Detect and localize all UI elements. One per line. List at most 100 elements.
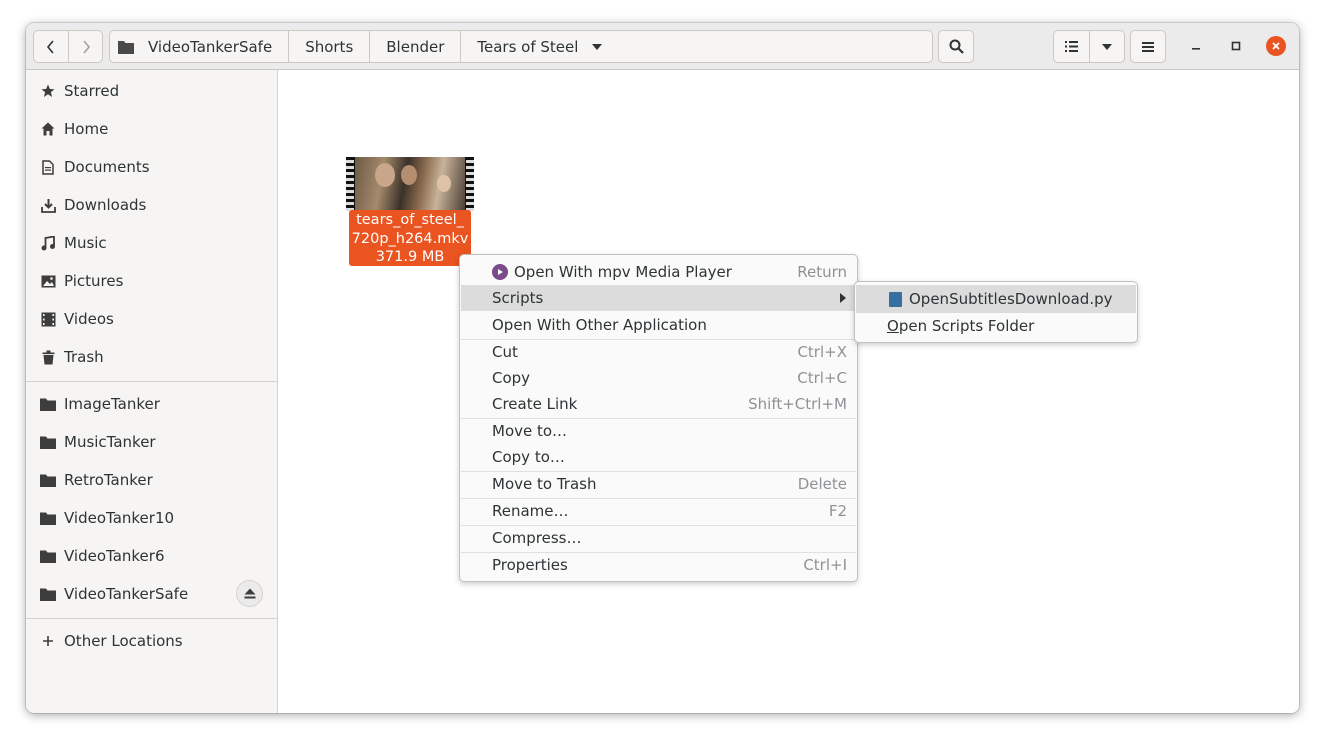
back-button[interactable] (33, 30, 69, 63)
menu-item-label: Properties (492, 556, 568, 574)
menu-item-label: Open With Other Application (492, 316, 707, 334)
drive-folder-icon (118, 40, 134, 54)
close-icon (1272, 42, 1280, 50)
sidebar-item-label: Home (64, 120, 109, 138)
minimize-icon (1192, 48, 1200, 50)
sidebar-item-imagetanker[interactable]: ImageTanker (26, 385, 277, 423)
menu-item-cut[interactable]: Cut Ctrl+X (461, 339, 856, 365)
sidebar-item-label: Music (64, 234, 107, 252)
sidebar-item-videotanker6[interactable]: VideoTanker6 (26, 537, 277, 575)
mnemonic-letter: O (887, 317, 899, 335)
sidebar-item-retrotanker[interactable]: RetroTanker (26, 461, 277, 499)
menu-item-scripts[interactable]: Scripts (461, 285, 856, 311)
menu-item-label: Rename… (492, 502, 569, 520)
sidebar-item-videotanker10[interactable]: VideoTanker10 (26, 499, 277, 537)
submenu-item-opensubtitles-script[interactable]: OpenSubtitlesDownload.py (856, 285, 1136, 313)
path-bar-empty-area[interactable] (608, 30, 933, 63)
sidebar-item-label: MusicTanker (64, 433, 156, 451)
main-menu-button[interactable] (1130, 30, 1166, 63)
breadcrumb-tears-of-steel[interactable]: Tears of Steel (461, 31, 614, 62)
sidebar-item-label: VideoTanker10 (64, 509, 175, 527)
sidebar-item-label: RetroTanker (64, 471, 153, 489)
file-name-label[interactable]: tears_of_steel_ 720p_h264.mkv 371.9 MB (349, 210, 471, 266)
menu-item-copy-to[interactable]: Copy to… (461, 444, 856, 470)
menu-item-label: Move to Trash (492, 475, 597, 493)
menu-item-accelerator: Delete (797, 475, 847, 493)
sidebar-item-documents[interactable]: Documents (26, 148, 277, 186)
menu-item-rename[interactable]: Rename… F2 (461, 498, 856, 524)
menu-item-open-with-mpv[interactable]: Open With mpv Media Player Return (461, 259, 856, 285)
sidebar: Starred Home Documents Downloads Music P… (26, 70, 278, 713)
menu-item-label: Compress… (492, 529, 582, 547)
drive-icon (40, 396, 56, 412)
sidebar-item-label: Videos (64, 310, 114, 328)
sidebar-item-music[interactable]: Music (26, 224, 277, 262)
sidebar-item-label: Starred (64, 82, 120, 100)
close-button[interactable] (1266, 36, 1286, 56)
document-icon (40, 159, 56, 175)
menu-item-label: Move to… (492, 422, 568, 440)
minimize-button[interactable] (1186, 36, 1206, 56)
sidebar-item-downloads[interactable]: Downloads (26, 186, 277, 224)
sidebar-item-home[interactable]: Home (26, 110, 277, 148)
path-bar: VideoTankerSafe Shorts Blender Tears of … (109, 30, 615, 63)
sidebar-item-videos[interactable]: Videos (26, 300, 277, 338)
search-button[interactable] (938, 30, 974, 63)
menu-item-open-with-other[interactable]: Open With Other Application (461, 312, 856, 338)
drive-icon (40, 548, 56, 564)
film-perforation (466, 157, 474, 211)
sidebar-item-label: Pictures (64, 272, 124, 290)
forward-button[interactable] (68, 30, 103, 63)
sidebar-item-pictures[interactable]: Pictures (26, 262, 277, 300)
plus-icon (40, 633, 56, 649)
picture-icon (40, 273, 56, 289)
sidebar-item-trash[interactable]: Trash (26, 338, 277, 376)
breadcrumb-blender[interactable]: Blender (370, 31, 462, 62)
sidebar-item-label: VideoTanker6 (64, 547, 165, 565)
breadcrumb-label: Tears of Steel (477, 37, 579, 56)
sidebar-item-label: Trash (64, 348, 104, 366)
star-icon (40, 83, 56, 99)
sidebar-item-musictanker[interactable]: MusicTanker (26, 423, 277, 461)
sidebar-item-label: VideoTankerSafe (64, 585, 189, 603)
submenu-item-label: pen Scripts Folder (898, 317, 1035, 335)
drive-icon (40, 434, 56, 450)
menu-item-label: Create Link (492, 395, 578, 413)
hamburger-icon (1142, 41, 1154, 52)
music-icon (40, 235, 56, 251)
drive-icon (40, 586, 56, 602)
sidebar-separator (26, 618, 277, 619)
menu-item-accelerator: Ctrl+I (803, 556, 847, 574)
menu-item-move-to-trash[interactable]: Move to Trash Delete (461, 471, 856, 497)
menu-item-copy[interactable]: Copy Ctrl+C (461, 365, 856, 391)
chevron-left-icon (46, 39, 54, 54)
scripts-submenu: OpenSubtitlesDownload.py Open Scripts Fo… (854, 281, 1138, 343)
file-name-line-2: 720p_h264.mkv (351, 230, 469, 247)
video-thumbnail[interactable] (346, 157, 474, 211)
sidebar-item-other-locations[interactable]: Other Locations (26, 622, 277, 660)
menu-item-compress[interactable]: Compress… (461, 525, 856, 551)
view-options-dropdown[interactable] (1089, 30, 1125, 63)
sidebar-item-starred[interactable]: Starred (26, 72, 277, 110)
chevron-right-icon (82, 39, 90, 54)
menu-item-create-link[interactable]: Create Link Shift+Ctrl+M (461, 391, 856, 417)
drive-icon (40, 510, 56, 526)
menu-item-accelerator: Shift+Ctrl+M (748, 395, 847, 413)
submenu-item-open-scripts-folder[interactable]: Open Scripts Folder (856, 312, 1136, 340)
file-name-line-1: tears_of_steel_ (356, 212, 464, 228)
menu-item-move-to[interactable]: Move to… (461, 418, 856, 444)
menu-item-label: Cut (492, 343, 518, 361)
maximize-button[interactable] (1226, 36, 1246, 56)
breadcrumb-shorts[interactable]: Shorts (289, 31, 371, 62)
file-size: 371.9 MB (375, 249, 445, 265)
menu-item-accelerator: Ctrl+X (797, 343, 847, 361)
sidebar-item-label: Other Locations (64, 632, 183, 650)
download-icon (40, 197, 56, 213)
menu-item-accelerator: Return (797, 263, 847, 281)
sidebar-separator (26, 381, 277, 382)
thumbnail-image (355, 157, 465, 211)
menu-item-properties[interactable]: Properties Ctrl+I (461, 552, 856, 578)
list-view-button[interactable] (1053, 30, 1090, 63)
breadcrumb-videotankersafe[interactable]: VideoTankerSafe (110, 31, 290, 62)
eject-button[interactable] (236, 580, 263, 607)
